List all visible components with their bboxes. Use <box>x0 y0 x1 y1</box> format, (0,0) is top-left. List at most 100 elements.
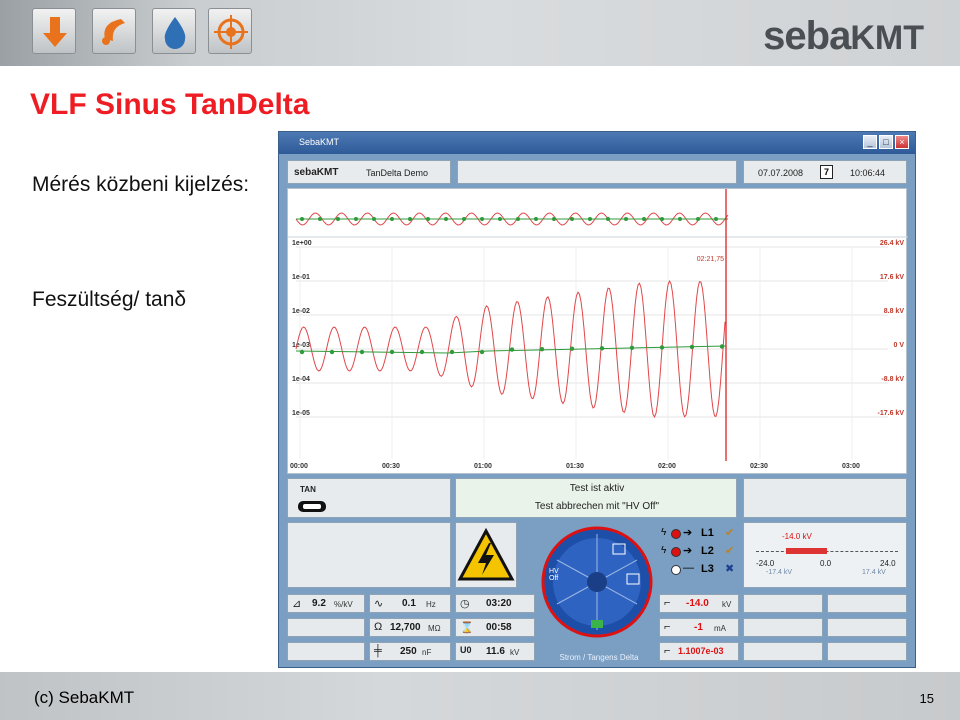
x-tick-label: 00:00 <box>290 463 308 470</box>
tan-delta-point <box>659 345 665 350</box>
overview-trend-point <box>678 217 682 221</box>
hourglass-icon: ⌛ <box>460 622 474 634</box>
overview-trend-point <box>408 217 412 221</box>
overview-trend-point <box>480 217 484 221</box>
lightning-icon: ϟ <box>661 545 667 556</box>
right-tick-label: 0 V <box>893 342 904 349</box>
overview-trend-point <box>300 217 304 221</box>
blank-cell-r1b <box>827 594 907 613</box>
overview-trend-point <box>318 217 322 221</box>
left-tick-label: 1e-02 <box>292 308 310 315</box>
tan-label: TAN <box>300 485 316 494</box>
gauge-max: 24.0 <box>880 559 896 568</box>
left-tick-label: 1e+00 <box>292 240 312 247</box>
overview-trend-point <box>354 217 358 221</box>
status-blank-panel <box>743 478 907 518</box>
gauge-current-label: -14.0 kV <box>782 532 812 541</box>
tan-delta-point <box>359 349 365 355</box>
dial-graphic[interactable] <box>541 520 653 650</box>
test-active-text: Test ist aktiv <box>569 483 625 494</box>
control-dial[interactable]: HV Off Strom / Tangens Delta <box>541 520 653 666</box>
window-title: SebaKMT <box>299 137 340 147</box>
overview-trend-point <box>696 217 700 221</box>
slide-subtitle-voltage: Feszültség/ tanδ <box>32 288 187 311</box>
copyright-text: (c) SebaKMT <box>34 688 135 707</box>
u0-icon: U0 <box>460 645 472 655</box>
capacitance-reading: ╪ 250 nF <box>369 642 451 661</box>
phase-row-l2[interactable]: ϟ ➔ L2 ✔ <box>659 544 741 560</box>
brand-panel: sebaKMT TanDelta Demo <box>287 160 451 184</box>
tan-curve-icon: ⌐ <box>664 645 671 657</box>
phase-status-icon: ✔ <box>725 527 735 539</box>
x-tick-label: 03:00 <box>842 463 860 470</box>
sebakmt-logo: sebaKMT <box>763 14 924 58</box>
brand-label: sebaKMT <box>294 167 339 178</box>
tan-delta-reading: ⌐ 1.1007e-03 <box>659 642 739 661</box>
target-icon[interactable] <box>208 8 252 54</box>
blank-panel-left <box>287 522 451 588</box>
overview-trend-point <box>534 217 538 221</box>
connection-arrow-icon: ➔ <box>683 545 693 557</box>
overview-trend-point <box>498 217 502 221</box>
close-button[interactable]: × <box>895 135 909 149</box>
slide-subtitle: Mérés közbeni kijelzés: <box>32 173 250 196</box>
tan-toggle[interactable] <box>298 501 326 512</box>
water-drop-icon[interactable] <box>152 8 196 54</box>
overview-trend-point <box>390 217 394 221</box>
gauge-level-bar <box>785 548 827 554</box>
frequency-reading: ∿ 0.1 Hz <box>369 594 451 613</box>
phase-row-l3[interactable]: — L3 ✖ <box>659 562 741 578</box>
tan-delta-point <box>509 347 515 352</box>
voltage-reading: ⌐ -14.0 kV <box>659 594 739 613</box>
hv-warning-panel <box>455 522 517 588</box>
phase-row-l1[interactable]: ϟ ➔ L1 ✔ <box>659 526 741 542</box>
calendar-icon[interactable]: 7 <box>820 165 833 179</box>
overview-trend-point <box>552 217 556 221</box>
blank-reading-cell-2 <box>287 642 365 661</box>
right-tick-label: 17.6 kV <box>880 274 904 281</box>
slide: sebaKMT VLF Sinus TanDelta Mérés közbeni… <box>0 0 960 720</box>
dial-caption: Strom / Tangens Delta <box>559 653 639 662</box>
overview-trend-point <box>372 217 376 221</box>
cursor-time-label: 02:21,75 <box>697 256 724 263</box>
tan-delta-point <box>599 346 605 351</box>
gauge-lower-limit: -17.4 kV <box>766 569 793 576</box>
chart-canvas: 1e+00 26.4 kV 1e-01 17.6 kV 1e-02 8.8 kV 1e-03… <box>288 189 908 470</box>
left-tick-label: 1e-04 <box>292 376 310 383</box>
clock-icon: ◷ <box>460 598 470 610</box>
tan-delta-point <box>329 349 335 355</box>
elapsed-time-reading: ◷ 03:20 <box>455 594 535 613</box>
hv-off-label[interactable]: HV Off <box>549 568 565 582</box>
tandelta-app-window: SebaKMT _ □ × sebaKMT TanDelta Demo 07.0… <box>278 131 916 668</box>
capacitor-icon: ╪ <box>374 645 382 657</box>
date-label: 07.07.2008 <box>758 168 804 178</box>
tan-delta-point <box>539 347 545 352</box>
tan-delta-point <box>389 349 395 355</box>
minimize-button[interactable]: _ <box>863 135 877 149</box>
tan-delta-point <box>629 345 635 350</box>
voltage-curve-icon: ⌐ <box>664 597 671 609</box>
blank-cell-r3b <box>827 642 907 661</box>
ohm-icon: Ω <box>374 621 383 633</box>
blank-cell-r3a <box>743 642 823 661</box>
overview-trend-point <box>642 217 646 221</box>
footer-band <box>0 672 960 720</box>
voltage-gauge-panel: -14.0 kV -24.0 0.0 24.0 -17.4 kV 17.4 kV <box>743 522 907 588</box>
down-arrow-icon[interactable] <box>32 8 76 54</box>
current-reading: ⌐ -1 mA <box>659 618 739 637</box>
datetime-panel: 07.07.2008 7 10:06:44 <box>743 160 907 184</box>
gauge-mid: 0.0 <box>820 559 832 568</box>
slide-title: VLF Sinus TanDelta <box>30 88 310 121</box>
phase-status-icon: ✖ <box>725 563 735 575</box>
maximize-button[interactable]: □ <box>879 135 893 149</box>
resistance-reading: Ω 12,700 MΩ <box>369 618 451 637</box>
overview-trend-point <box>714 217 718 221</box>
overview-trend-point <box>444 217 448 221</box>
sine-wave-icon: ∿ <box>374 598 384 610</box>
overview-trend-point <box>660 217 664 221</box>
overview-trend-point <box>624 217 628 221</box>
time-label: 10:06:44 <box>850 168 886 178</box>
phone-icon[interactable] <box>92 8 136 54</box>
header-blank-panel <box>457 160 737 184</box>
window-titlebar[interactable]: SebaKMT _ □ × <box>279 132 915 154</box>
